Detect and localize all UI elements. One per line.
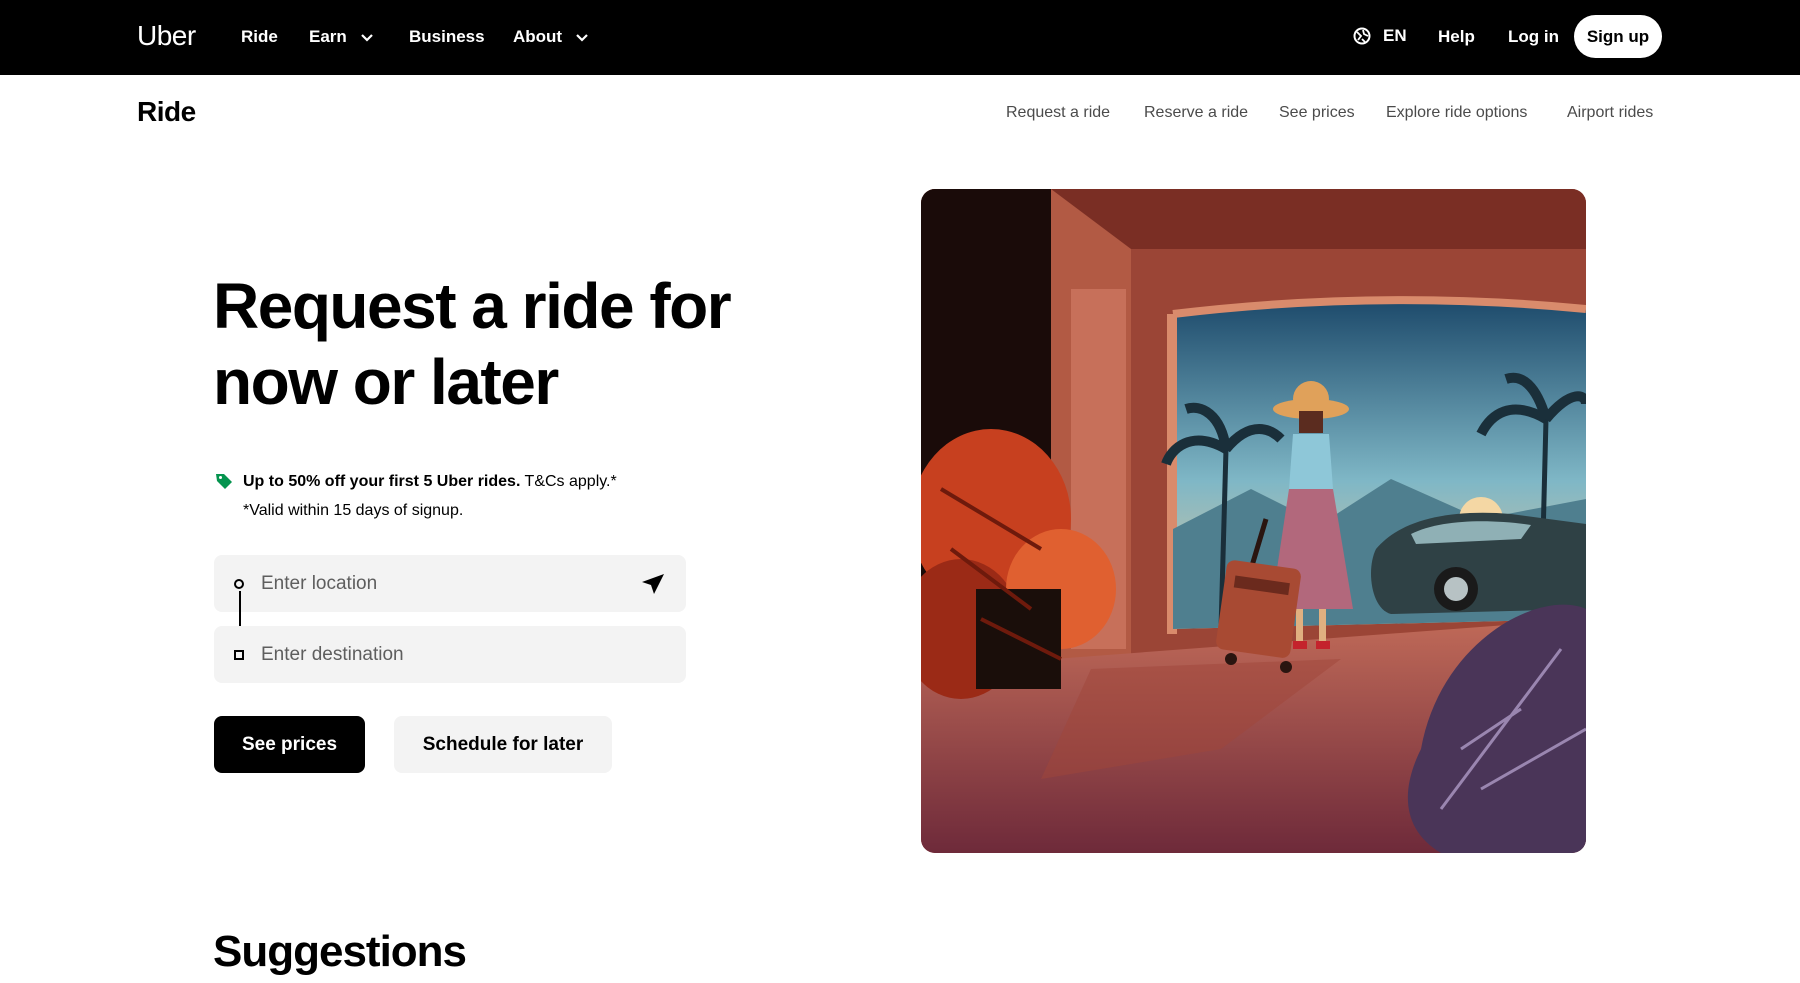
- traveler-illustration: [921, 189, 1586, 853]
- uber-logo[interactable]: Uber: [137, 20, 196, 52]
- see-prices-button[interactable]: See prices: [214, 716, 365, 773]
- nav-business[interactable]: Business: [409, 27, 485, 47]
- location-input[interactable]: [261, 555, 621, 612]
- language-selector[interactable]: EN: [1353, 26, 1407, 46]
- destination-square-icon: [234, 650, 244, 660]
- globe-icon: [1353, 27, 1371, 45]
- subnav-airport-rides[interactable]: Airport rides: [1567, 104, 1653, 122]
- destination-input[interactable]: [261, 626, 621, 683]
- nav-about-label: About: [513, 27, 563, 46]
- promo-terms: T&Cs apply.*: [520, 473, 617, 490]
- signup-button[interactable]: Sign up: [1574, 15, 1662, 58]
- pickup-location-field[interactable]: [214, 555, 686, 612]
- nav-ride-label: Ride: [241, 27, 278, 46]
- navigation-arrow-icon[interactable]: [640, 572, 666, 596]
- subnav-see-prices[interactable]: See prices: [1279, 104, 1355, 122]
- destination-field[interactable]: [214, 626, 686, 683]
- pickup-dot-icon: [234, 579, 244, 589]
- subnav-request-a-ride[interactable]: Request a ride: [1006, 104, 1110, 122]
- language-label: EN: [1383, 26, 1407, 45]
- login-link[interactable]: Log in: [1508, 27, 1559, 47]
- page-section-title: Ride: [137, 96, 196, 127]
- nav-about[interactable]: About: [513, 27, 590, 47]
- nav-ride[interactable]: Ride: [241, 27, 278, 47]
- promo-text: Up to 50% off your first 5 Uber rides. T…: [243, 473, 617, 491]
- subnav-reserve-a-ride[interactable]: Reserve a ride: [1144, 104, 1248, 122]
- nav-earn[interactable]: Earn: [309, 27, 375, 47]
- tag-icon: [216, 474, 232, 489]
- hero-title-line1: Request a ride for: [213, 270, 732, 342]
- hero-illustration: [921, 189, 1586, 853]
- top-navigation-bar: Uber Ride Earn Business About EN Help Lo…: [0, 0, 1800, 75]
- hero-title-line2: now or later: [213, 346, 559, 418]
- promo-bold: Up to 50% off your first 5 Uber rides.: [243, 473, 521, 490]
- promo-validity: *Valid within 15 days of signup.: [243, 502, 464, 519]
- nav-business-label: Business: [409, 27, 485, 46]
- subnav-explore-ride-options[interactable]: Explore ride options: [1386, 104, 1527, 122]
- chevron-down-icon: [361, 34, 373, 42]
- help-link[interactable]: Help: [1438, 27, 1475, 47]
- hero-title: Request a ride for now or later: [213, 268, 773, 420]
- suggestions-heading: Suggestions: [213, 927, 467, 976]
- chevron-down-icon: [576, 34, 588, 42]
- nav-earn-label: Earn: [309, 27, 347, 46]
- schedule-for-later-button[interactable]: Schedule for later: [394, 716, 612, 773]
